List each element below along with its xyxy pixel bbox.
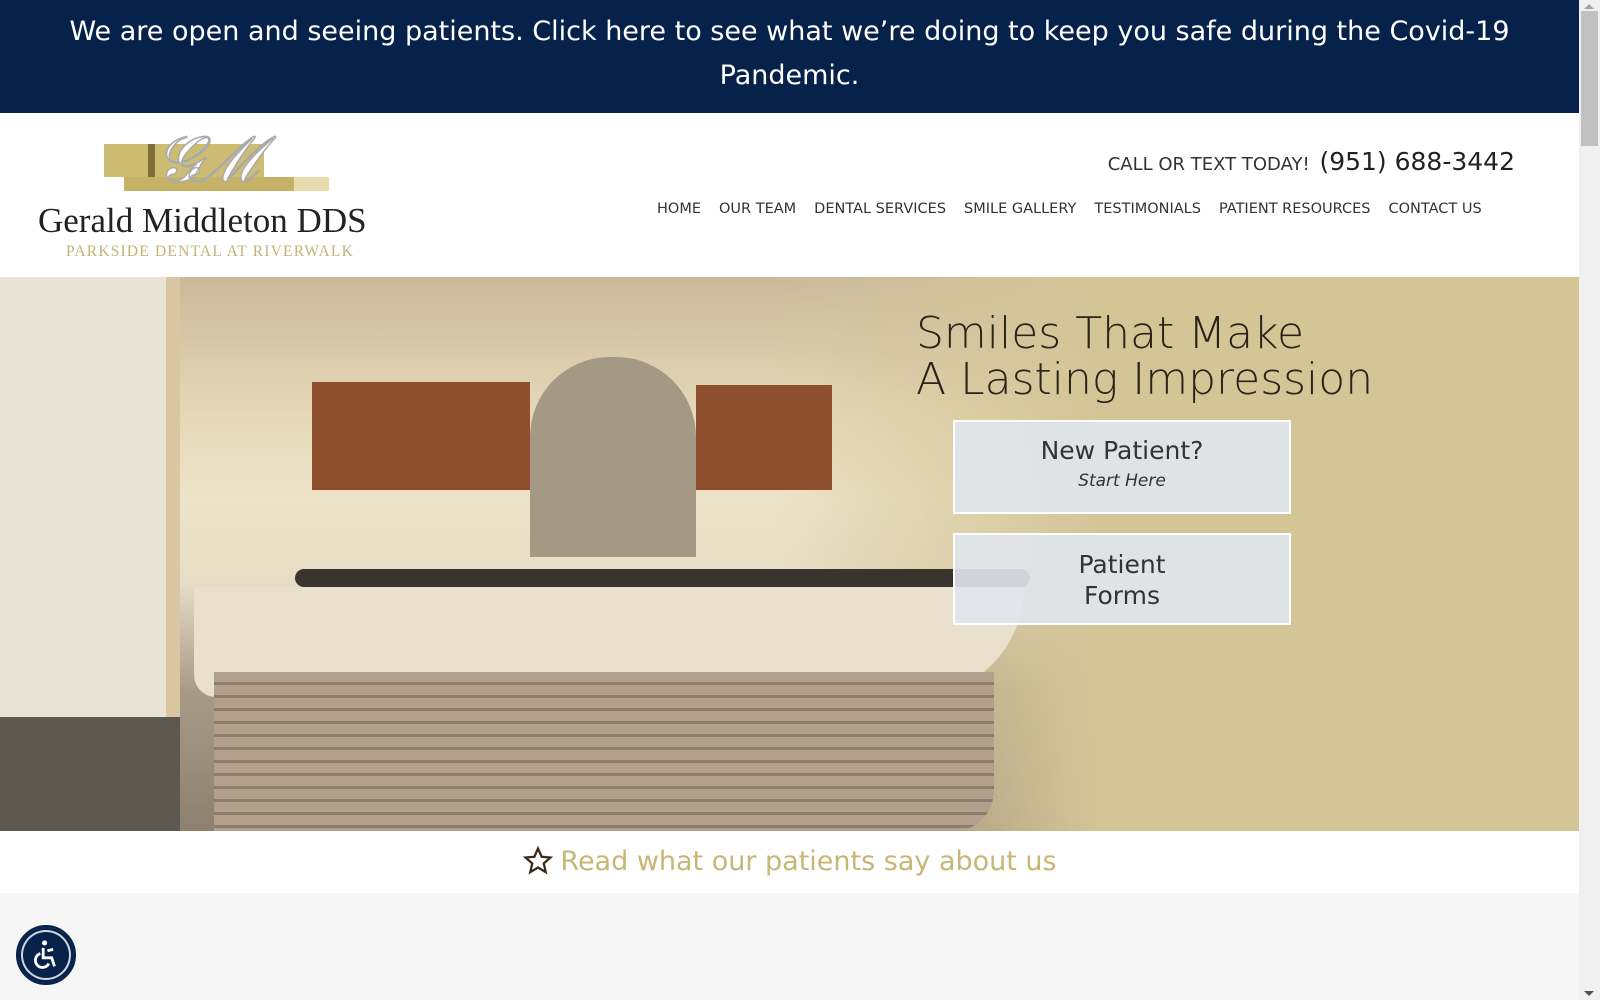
scroll-up-arrow-icon[interactable] [1584, 4, 1594, 9]
patient-forms-line2: Forms [1083, 581, 1160, 610]
scrollbar-thumb[interactable] [1581, 11, 1598, 146]
page: We are open and seeing patients. Click h… [0, 0, 1579, 1000]
logo[interactable]: 𝒢ℳ Gerald Middleton DDS PARKSIDE DENTAL … [36, 122, 376, 267]
accessibility-icon [34, 940, 56, 969]
logo-tagline: PARKSIDE DENTAL AT RIVERWALK [66, 243, 354, 260]
banner-text: We are open and seeing patients. Click h… [69, 16, 1510, 91]
logo-monogram: 𝒢ℳ [155, 122, 260, 198]
nav-home[interactable]: HOME [657, 201, 701, 217]
site-header: 𝒢ℳ Gerald Middleton DDS PARKSIDE DENTAL … [0, 113, 1579, 277]
nav-our-team[interactable]: OUR TEAM [719, 201, 796, 217]
hero: Smiles That Make A Lasting Impression Ne… [0, 277, 1579, 831]
hero-title: Smiles That Make A Lasting Impression [916, 311, 1373, 403]
patient-forms-button[interactable]: Patient Forms [953, 533, 1291, 625]
star-outline-icon [523, 845, 554, 875]
scrollbar[interactable] [1579, 0, 1600, 1000]
phone-link[interactable]: (951) 688-3442 [1319, 147, 1515, 176]
main-nav: HOME OUR TEAM DENTAL SERVICES SMILE GALL… [657, 201, 1482, 217]
patient-forms-line1: Patient [1078, 550, 1166, 579]
hero-title-line1: Smiles That Make [916, 308, 1305, 359]
accessibility-button[interactable] [16, 925, 76, 985]
reviews-link[interactable]: Read what our patients say about us [0, 831, 1579, 893]
scroll-down-arrow-icon[interactable] [1584, 991, 1594, 996]
nav-dental-services[interactable]: DENTAL SERVICES [814, 201, 946, 217]
hero-title-line2: A Lasting Impression [916, 354, 1374, 405]
new-patient-title: New Patient? [1040, 436, 1204, 465]
call-info: CALL OR TEXT TODAY! (951) 688-3442 [1108, 147, 1515, 176]
new-patient-subtitle: Start Here [1078, 471, 1166, 491]
nav-smile-gallery[interactable]: SMILE GALLERY [964, 201, 1076, 217]
call-label: CALL OR TEXT TODAY! [1107, 154, 1310, 175]
covid-banner-link[interactable]: We are open and seeing patients. Click h… [0, 0, 1579, 113]
nav-testimonials[interactable]: TESTIMONIALS [1094, 201, 1201, 217]
nav-patient-resources[interactable]: PATIENT RESOURCES [1219, 201, 1371, 217]
new-patient-button[interactable]: New Patient? Start Here [953, 420, 1291, 514]
reviews-text: Read what our patients say about us [560, 846, 1057, 877]
logo-name: Gerald Middleton DDS [38, 201, 367, 240]
nav-contact-us[interactable]: CONTACT US [1389, 201, 1482, 217]
